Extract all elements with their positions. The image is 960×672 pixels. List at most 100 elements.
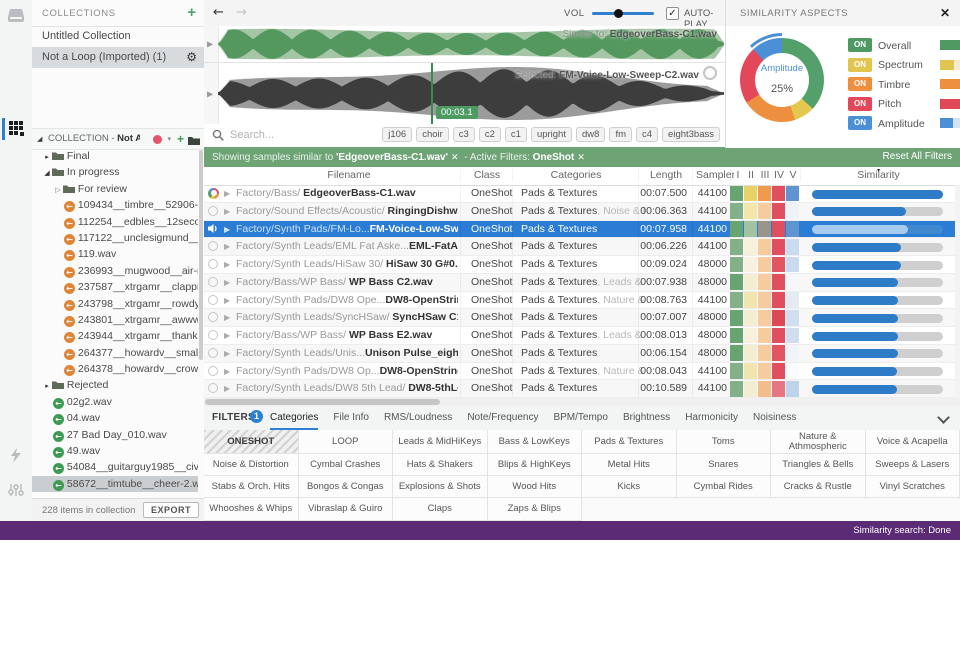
tab-rms-loudness[interactable]: RMS/Loudness xyxy=(384,406,452,430)
search-tag[interactable]: choir xyxy=(416,127,449,142)
search-tag[interactable]: c2 xyxy=(479,127,501,142)
tree-folder[interactable]: ▷ For review xyxy=(32,181,198,197)
tree-file[interactable]: ← 109434__timbre__52906-vl... xyxy=(32,197,198,213)
search-tag[interactable]: dw8 xyxy=(576,127,605,142)
back-arrow-icon[interactable]: ← xyxy=(213,5,224,20)
aspect-toggle[interactable]: ON xyxy=(848,77,872,91)
col-II[interactable]: II xyxy=(744,169,758,181)
reset-all-filters-button[interactable]: Reset All Filters xyxy=(883,147,952,167)
tree-file[interactable]: ← 54084__guitarguy1985__civild... xyxy=(32,459,198,475)
table-row[interactable]: ▶Factory/Synth Leads/HiSaw 30/ HiSaw 30 … xyxy=(204,256,955,274)
selected-waveform[interactable]: ▶ 00:03.1 Selected: FM-Voice-Low-Sweep-C… xyxy=(204,63,725,125)
tree-file[interactable]: ← 119.wav xyxy=(32,246,198,262)
close-icon[interactable]: ✕ xyxy=(940,6,950,20)
category-snares[interactable]: Snares xyxy=(677,454,772,476)
search-tag[interactable]: upright xyxy=(531,127,572,142)
export-button[interactable]: EXPORT xyxy=(143,502,199,518)
tab-categories[interactable]: Categories xyxy=(270,406,318,430)
category-blips-highkeys[interactable]: Blips & HighKeys xyxy=(488,454,583,476)
tree-file[interactable]: ← 264378__howardv__crowd... xyxy=(32,361,198,377)
chevron-down-icon[interactable] xyxy=(937,411,950,424)
forward-arrow-icon[interactable]: → xyxy=(236,5,247,20)
category-vinyl-scratches[interactable]: Vinyl Scratches xyxy=(866,476,960,498)
category-claps[interactable]: Claps xyxy=(393,498,488,521)
category-hats-shakers[interactable]: Hats & Shakers xyxy=(393,454,488,476)
tree-file[interactable]: ← 243798__xtrgamr__rowdy-... xyxy=(32,296,198,312)
search-bar[interactable]: Search... j106choirc3c2c1uprightdw8fmc4e… xyxy=(204,124,725,148)
table-row[interactable]: ▶Factory/Synth Leads/EML Fat Aske...EML-… xyxy=(204,238,955,256)
row-play-icon[interactable]: ▶ xyxy=(224,345,230,362)
col-I[interactable]: I xyxy=(730,169,745,181)
table-row[interactable]: ▶Factory/Synth Leads/Unis...Unison Pulse… xyxy=(204,345,955,363)
col-class[interactable]: Class xyxy=(460,169,513,181)
category-bongos-congas[interactable]: Bongos & Congas xyxy=(299,476,394,498)
tab-note-frequency[interactable]: Note/Frequency xyxy=(467,406,538,430)
tree-file[interactable]: ← 264377__howardv__small-... xyxy=(32,345,198,361)
tab-bpm-tempo[interactable]: BPM/Tempo xyxy=(553,406,607,430)
playhead[interactable] xyxy=(431,63,433,124)
category-leads-midhikeys[interactable]: Leads & MidHiKeys xyxy=(393,430,488,454)
add-collection-button[interactable]: + xyxy=(187,4,196,21)
category-kicks[interactable]: Kicks xyxy=(582,476,677,498)
category-loop[interactable]: LOOP xyxy=(299,430,394,454)
play-button-selected[interactable]: ▶ xyxy=(204,63,219,124)
gear-icon[interactable]: ⚙ xyxy=(186,47,197,68)
col-III[interactable]: III xyxy=(758,169,772,181)
tab-brightness[interactable]: Brightness xyxy=(623,406,670,430)
category-whooshes-whips[interactable]: Whooshes & Whips xyxy=(204,498,299,521)
tree-file[interactable]: ← 49.wav xyxy=(32,443,198,459)
aspect-toggle[interactable]: ON xyxy=(848,38,872,52)
collections-nav-item[interactable] xyxy=(0,117,32,143)
category-explosions-shots[interactable]: Explosions & Shots xyxy=(393,476,488,498)
row-play-icon[interactable]: ▶ xyxy=(224,309,230,326)
category-cracks-rustle[interactable]: Cracks & Rustle xyxy=(771,476,866,498)
tree-caret-icon[interactable]: ◢ xyxy=(42,165,52,180)
row-play-icon[interactable]: ▶ xyxy=(224,185,230,202)
search-tag[interactable]: c4 xyxy=(636,127,658,142)
volume-slider[interactable] xyxy=(592,12,654,15)
play-button-similar[interactable]: ▶ xyxy=(204,26,219,62)
row-play-icon[interactable]: ▶ xyxy=(224,221,230,238)
remove-similarity-filter-icon[interactable]: ✕ xyxy=(451,152,459,162)
table-row[interactable]: ▶Factory/Bass/ EdgeoverBass-C1.wavOneSho… xyxy=(204,185,955,203)
tab-file-info[interactable]: File Info xyxy=(333,406,369,430)
category-bass-lowkeys[interactable]: Bass & LowKeys xyxy=(488,430,583,454)
collection-tree-header[interactable]: ◢ COLLECTION - Not A Loo.. ▾ + xyxy=(32,128,204,150)
category-noise-distortion[interactable]: Noise & Distortion xyxy=(204,454,299,476)
collection-item[interactable]: Untitled Collection xyxy=(32,26,204,47)
aspect-toggle[interactable]: ON xyxy=(848,116,872,130)
col-filename[interactable]: Filename xyxy=(238,169,460,181)
col-similarity[interactable]: ▼Similarity xyxy=(800,169,956,181)
tab-harmonicity[interactable]: Harmonicity xyxy=(685,406,738,430)
tree-caret-icon[interactable]: ▸ xyxy=(42,149,52,164)
tree-caret-icon[interactable]: ▸ xyxy=(42,378,52,393)
category-stabs-orch-hits[interactable]: Stabs & Orch. Hits xyxy=(204,476,299,498)
drive-icon[interactable] xyxy=(0,6,32,32)
col-categories[interactable]: Categories xyxy=(512,169,639,181)
remove-class-filter-icon[interactable]: ✕ xyxy=(577,152,585,162)
category-pads-textures[interactable]: Pads & Textures xyxy=(582,430,677,454)
tree-file[interactable]: ← 243801__xtrgamr__awww-t... xyxy=(32,312,198,328)
search-tag[interactable]: j106 xyxy=(382,127,412,142)
category-metal-hits[interactable]: Metal Hits xyxy=(582,454,677,476)
tree-dropdown-icon[interactable]: ▾ xyxy=(167,129,171,149)
table-row[interactable]: ▶Factory/Synth Leads/DW8 5th Lead/ DW8-5… xyxy=(204,380,955,398)
col-samplerate[interactable]: Samplerate xyxy=(692,169,734,181)
tree-folder[interactable]: ▸ Rejected xyxy=(32,377,198,393)
tree-caret-icon[interactable]: ▷ xyxy=(53,182,63,197)
row-play-icon[interactable]: ▶ xyxy=(224,292,230,309)
row-play-icon[interactable]: ▶ xyxy=(224,203,230,220)
category-zaps-blips[interactable]: Zaps & Blips xyxy=(488,498,583,521)
category-nature-athmospheric[interactable]: Nature & Athmospheric xyxy=(771,430,866,454)
tree-file[interactable]: ← 112254__edbles__12secon... xyxy=(32,214,198,230)
category-oneshot[interactable]: ONESHOT xyxy=(204,430,299,454)
add-folder-plus-icon[interactable]: + xyxy=(177,129,184,149)
table-vertical-scrollbar[interactable] xyxy=(955,185,960,398)
search-tag[interactable]: c1 xyxy=(505,127,527,142)
category-toms[interactable]: Toms xyxy=(677,430,772,454)
category-cymbal-crashes[interactable]: Cymbal Crashes xyxy=(299,454,394,476)
search-tag[interactable]: c3 xyxy=(453,127,475,142)
tree-file[interactable]: ← 58672__timtube__cheer-2.wav xyxy=(32,476,198,492)
tree-folder[interactable]: ◢ In progress xyxy=(32,164,198,180)
tree-file[interactable]: ← 27 Bad Day_010.wav xyxy=(32,427,198,443)
